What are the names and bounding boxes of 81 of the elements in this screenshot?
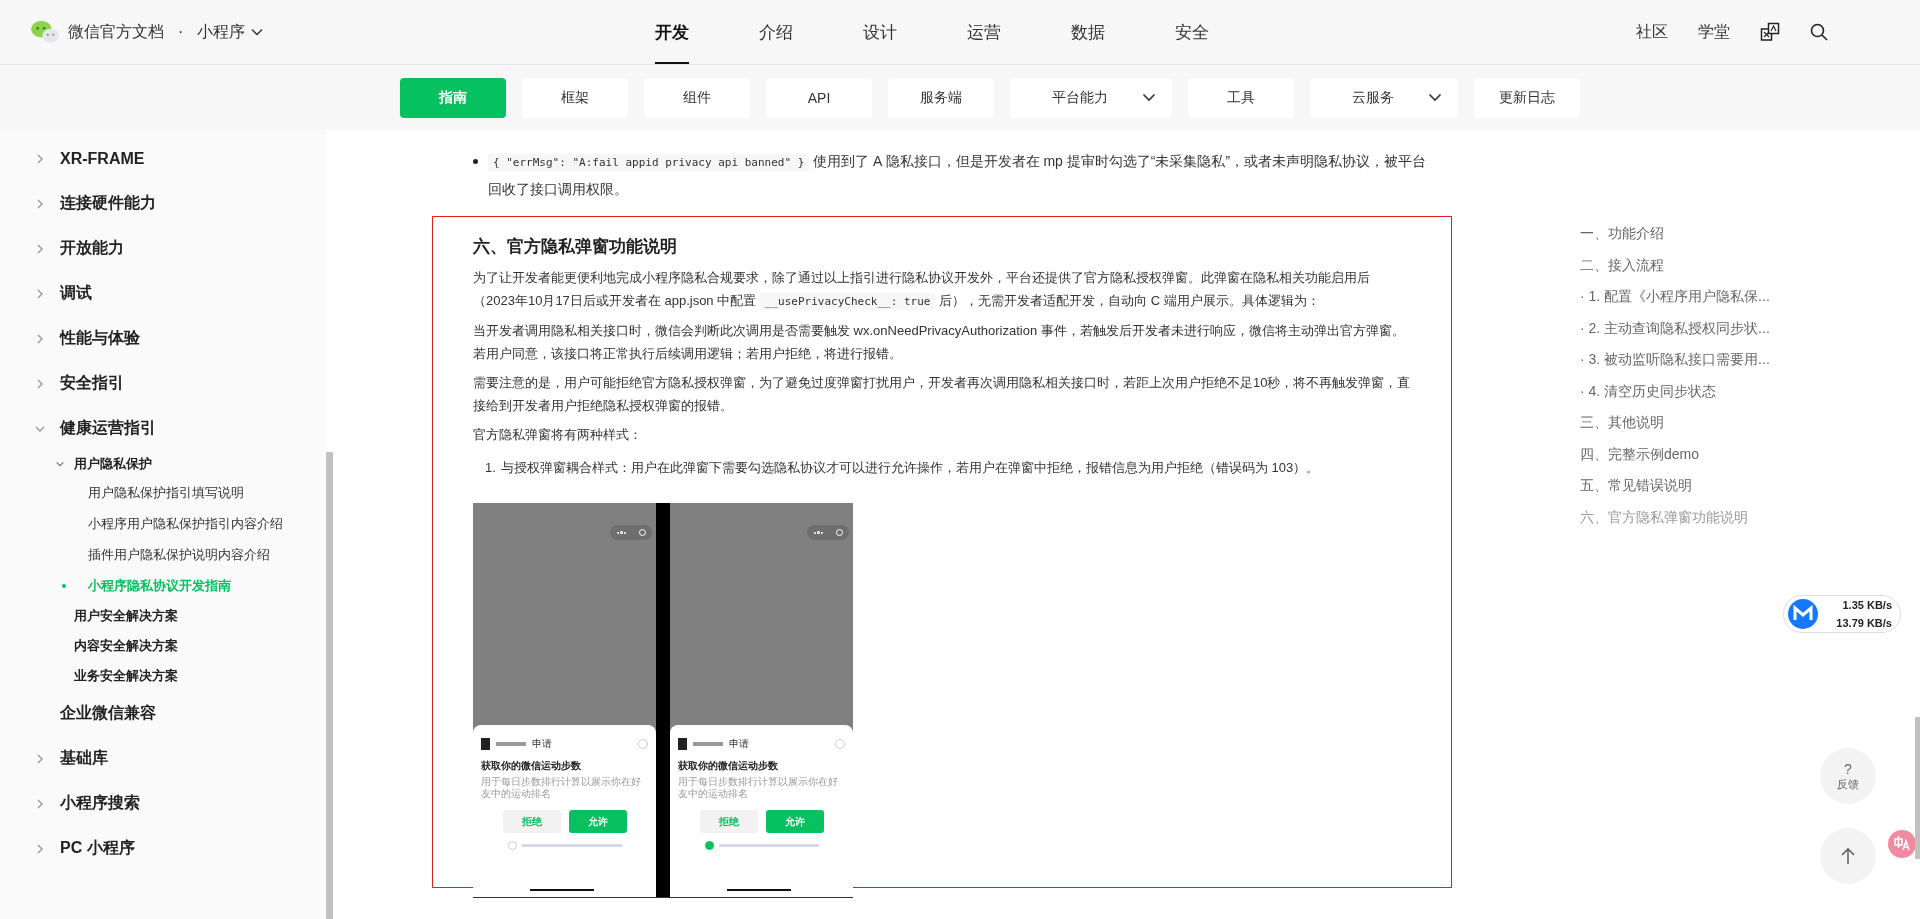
toc-link[interactable]: 五、常见错误说明 bbox=[1580, 470, 1770, 502]
dialog-title: 获取你的微信运动步数 bbox=[678, 759, 779, 773]
toc-link[interactable]: · 4. 清空历史同步状态 bbox=[1580, 375, 1770, 407]
subnav-tab[interactable]: 框架 bbox=[522, 77, 628, 118]
redacted-name bbox=[496, 742, 526, 746]
sidebar-page-link[interactable]: 插件用户隐私保护说明内容介绍 bbox=[0, 539, 326, 570]
subnav-tab[interactable]: 平台能力 bbox=[1010, 77, 1172, 118]
dialog-label: 申请 bbox=[729, 737, 749, 751]
app-logo-icon bbox=[678, 738, 687, 750]
subnav-tab[interactable]: API bbox=[766, 77, 872, 118]
title-separator: · bbox=[178, 23, 184, 41]
scrollbar[interactable] bbox=[326, 452, 333, 919]
bullet-item: { "errMsg": "A:fail appid privacy api banned" } 使用到了 A 隐私接口，但是开发者在 mp 提审时勾选了“未采集隐私”，或者未声明隐私协议，被平台回收了接口调用权限。 bbox=[488, 152, 1428, 199]
nav-tab[interactable]: 运营 bbox=[967, 0, 1001, 64]
upload-speed: 1.35 KB/s bbox=[1842, 598, 1892, 613]
toc-link[interactable]: · 3. 被动监听隐私接口需要用... bbox=[1580, 344, 1770, 376]
redacted-name bbox=[693, 742, 723, 746]
nav-tab[interactable]: 数据 bbox=[1071, 0, 1105, 64]
app-logo-icon bbox=[481, 738, 490, 750]
sidebar-subitem[interactable]: 用户安全解决方案 bbox=[0, 601, 326, 631]
sidebar-item[interactable]: 企业微信兼容 bbox=[0, 691, 326, 736]
arrow-up-icon bbox=[1840, 847, 1856, 865]
dialog-description: 用于每日步数排行计算以展示你在好友中的运动排名 bbox=[481, 776, 642, 800]
home-indicator bbox=[727, 889, 791, 891]
sidebar-item[interactable]: 健康运营指引 bbox=[0, 406, 326, 451]
toc-link[interactable]: 四、完整示例demo bbox=[1580, 438, 1770, 470]
feedback-button[interactable]: ? 反馈 bbox=[1820, 748, 1876, 804]
nav-tab[interactable]: 安全 bbox=[1175, 0, 1209, 64]
sidebar-page-link[interactable]: 小程序用户隐私保护指引内容介绍 bbox=[0, 508, 326, 539]
header-link[interactable]: 社区 bbox=[1636, 21, 1668, 43]
current-page-dot bbox=[62, 583, 66, 588]
chat-bubbles-logo-icon[interactable] bbox=[30, 20, 60, 44]
subnav-tab[interactable]: 更新日志 bbox=[1474, 77, 1580, 118]
nav-tab[interactable]: 设计 bbox=[863, 0, 897, 64]
sidebar-item[interactable]: 基础库 bbox=[0, 736, 326, 781]
header-link[interactable]: 学堂 bbox=[1698, 21, 1730, 43]
dialog-title: 获取你的微信运动步数 bbox=[481, 759, 582, 773]
sidebar-item[interactable]: 安全指引 bbox=[0, 361, 326, 406]
subnav-tab[interactable]: 服务端 bbox=[888, 77, 994, 118]
site-title[interactable]: 微信官方文档 bbox=[68, 21, 164, 43]
toc-link[interactable]: 三、其他说明 bbox=[1580, 407, 1770, 439]
sidebar-item[interactable]: 调试 bbox=[0, 271, 326, 316]
sidebar-subitem[interactable]: 业务安全解决方案 bbox=[0, 661, 326, 691]
sidebar-item[interactable]: PC 小程序 bbox=[0, 826, 326, 871]
sidebar-item[interactable]: 性能与体验 bbox=[0, 316, 326, 361]
sidebar-item[interactable]: XR-FRAME bbox=[0, 136, 326, 181]
nav-tab[interactable]: 介绍 bbox=[759, 0, 793, 64]
list-item-text: 与授权弹窗耦合样式：用户在此弹窗下需要勾选隐私协议才可以进行允许操作，若用户在弹窗中拒绝，报错信息为用户拒绝（错误码为 103）。 bbox=[500, 459, 1320, 477]
home-indicator bbox=[530, 889, 594, 891]
search-icon[interactable] bbox=[1810, 23, 1828, 41]
toc-link[interactable]: · 1. 配置《小程序用户隐私保... bbox=[1580, 281, 1770, 313]
list-number: 1. bbox=[485, 459, 496, 477]
capsule-menu-icon bbox=[610, 525, 652, 540]
subnav-tab[interactable]: 云服务 bbox=[1310, 77, 1458, 118]
dialog-description: 用于每日步数排行计算以展示你在好友中的运动排名 bbox=[678, 776, 839, 800]
sidebar-item[interactable]: 连接硬件能力 bbox=[0, 181, 326, 226]
sidebar-page-link[interactable]: 用户隐私保护指引填写说明 bbox=[0, 477, 326, 508]
sidebar-item[interactable]: 开放能力 bbox=[0, 226, 326, 271]
scrollbar[interactable] bbox=[1915, 717, 1920, 859]
download-speed: 13.79 KB/s bbox=[1836, 616, 1892, 631]
paragraph: 官方隐私弹窗将有两种样式： bbox=[473, 426, 643, 444]
caret-icon bbox=[251, 28, 264, 36]
sidebar-subitem[interactable]: 用户隐私保护 bbox=[0, 451, 326, 477]
bullet-icon bbox=[473, 159, 478, 164]
consent-checkbox[interactable] bbox=[704, 841, 714, 850]
section-heading: 六、官方隐私弹窗功能说明 bbox=[473, 236, 678, 258]
subnav-tab[interactable]: 工具 bbox=[1188, 77, 1294, 118]
paragraph: 当开发者调用隐私相关接口时，微信会判断此次调用是否需要触发 wx.onNeedPrivacyAuthorization 事件，若触发后开发者未进行响应，微信将主动弹出官方弹窗。若用户同意，该接口将正常执行后续调用逻辑；若用户拒绝，将进行报错。 bbox=[473, 322, 1406, 363]
subnav-tab[interactable]: 组件 bbox=[644, 77, 750, 118]
sidebar-subitem[interactable]: 内容安全解决方案 bbox=[0, 631, 326, 661]
paragraph: 需要注意的是，用户可能拒绝官方隐私授权弹窗，为了避免过度弹窗打扰用户，开发者再次调用隐私相关接口时，若距上次用户拒绝不足10秒，将不再触发弹窗，直接给到开发者用户拒绝隐私授权弹窗的报错。 bbox=[473, 374, 1411, 415]
toc-link[interactable]: · 2. 主动查询隐私授权同步状... bbox=[1580, 312, 1770, 344]
translate-icon[interactable] bbox=[1760, 22, 1780, 42]
network-speed-widget[interactable]: 1.35 KB/s 13.79 KB/s bbox=[1783, 595, 1901, 633]
dialog-label: 申请 bbox=[532, 737, 552, 751]
paragraph: 为了让开发者能更便利地完成小程序隐私合规要求，除了通过以上指引进行隐私协议开发外，平台还提供了官方隐私授权弹窗。此弹窗在隐私相关功能启用后（2023年10月17日后或开发者在 app.json 中配置 __usePrivacyCheck__: true 后），无需开发者适配开发，自动向 C 端用户展示。具体逻辑为： bbox=[473, 269, 1371, 312]
toc-link[interactable]: 一、功能介绍 bbox=[1580, 218, 1770, 250]
capsule-menu-icon bbox=[807, 525, 849, 540]
toc-link[interactable]: 二、接入流程 bbox=[1580, 249, 1770, 281]
product-dropdown[interactable]: 小程序 bbox=[197, 21, 264, 43]
sidebar-item[interactable]: 小程序搜索 bbox=[0, 781, 326, 826]
